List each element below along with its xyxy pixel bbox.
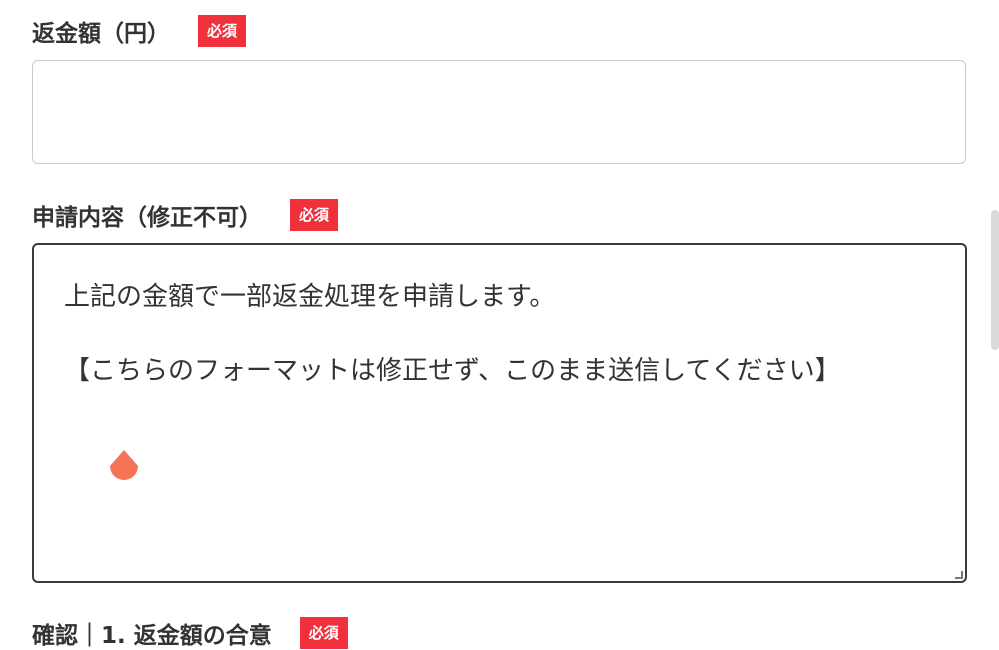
required-badge: 必須 <box>290 199 339 231</box>
page-scrollbar[interactable] <box>991 210 999 350</box>
refund-amount-label: 返金額（円） <box>32 21 170 47</box>
refund-amount-input[interactable] <box>32 60 966 164</box>
request-content-label-row: 申請内容（修正不可） 必須 <box>32 198 339 232</box>
request-content-textarea[interactable]: 上記の金額で一部返金処理を申請します。 【こちらのフォーマットは修正せず、このま… <box>32 243 967 583</box>
required-badge: 必須 <box>299 617 348 649</box>
request-content-line-1: 上記の金額で一部返金処理を申請します。 <box>64 282 556 312</box>
refund-amount-label-row: 返金額（円） 必須 <box>32 14 247 48</box>
text-cursor-handle-icon[interactable] <box>104 448 144 488</box>
resize-grip-icon[interactable] <box>955 571 963 579</box>
request-content-label: 申請内容（修正不可） <box>32 205 262 231</box>
confirm-label: 確認｜1. 返金額の合意 <box>32 623 272 649</box>
required-badge: 必須 <box>198 15 247 47</box>
confirm-label-row: 確認｜1. 返金額の合意 必須 <box>32 616 348 650</box>
request-content-line-2: 【こちらのフォーマットは修正せず、このまま送信してください】 <box>64 356 841 386</box>
